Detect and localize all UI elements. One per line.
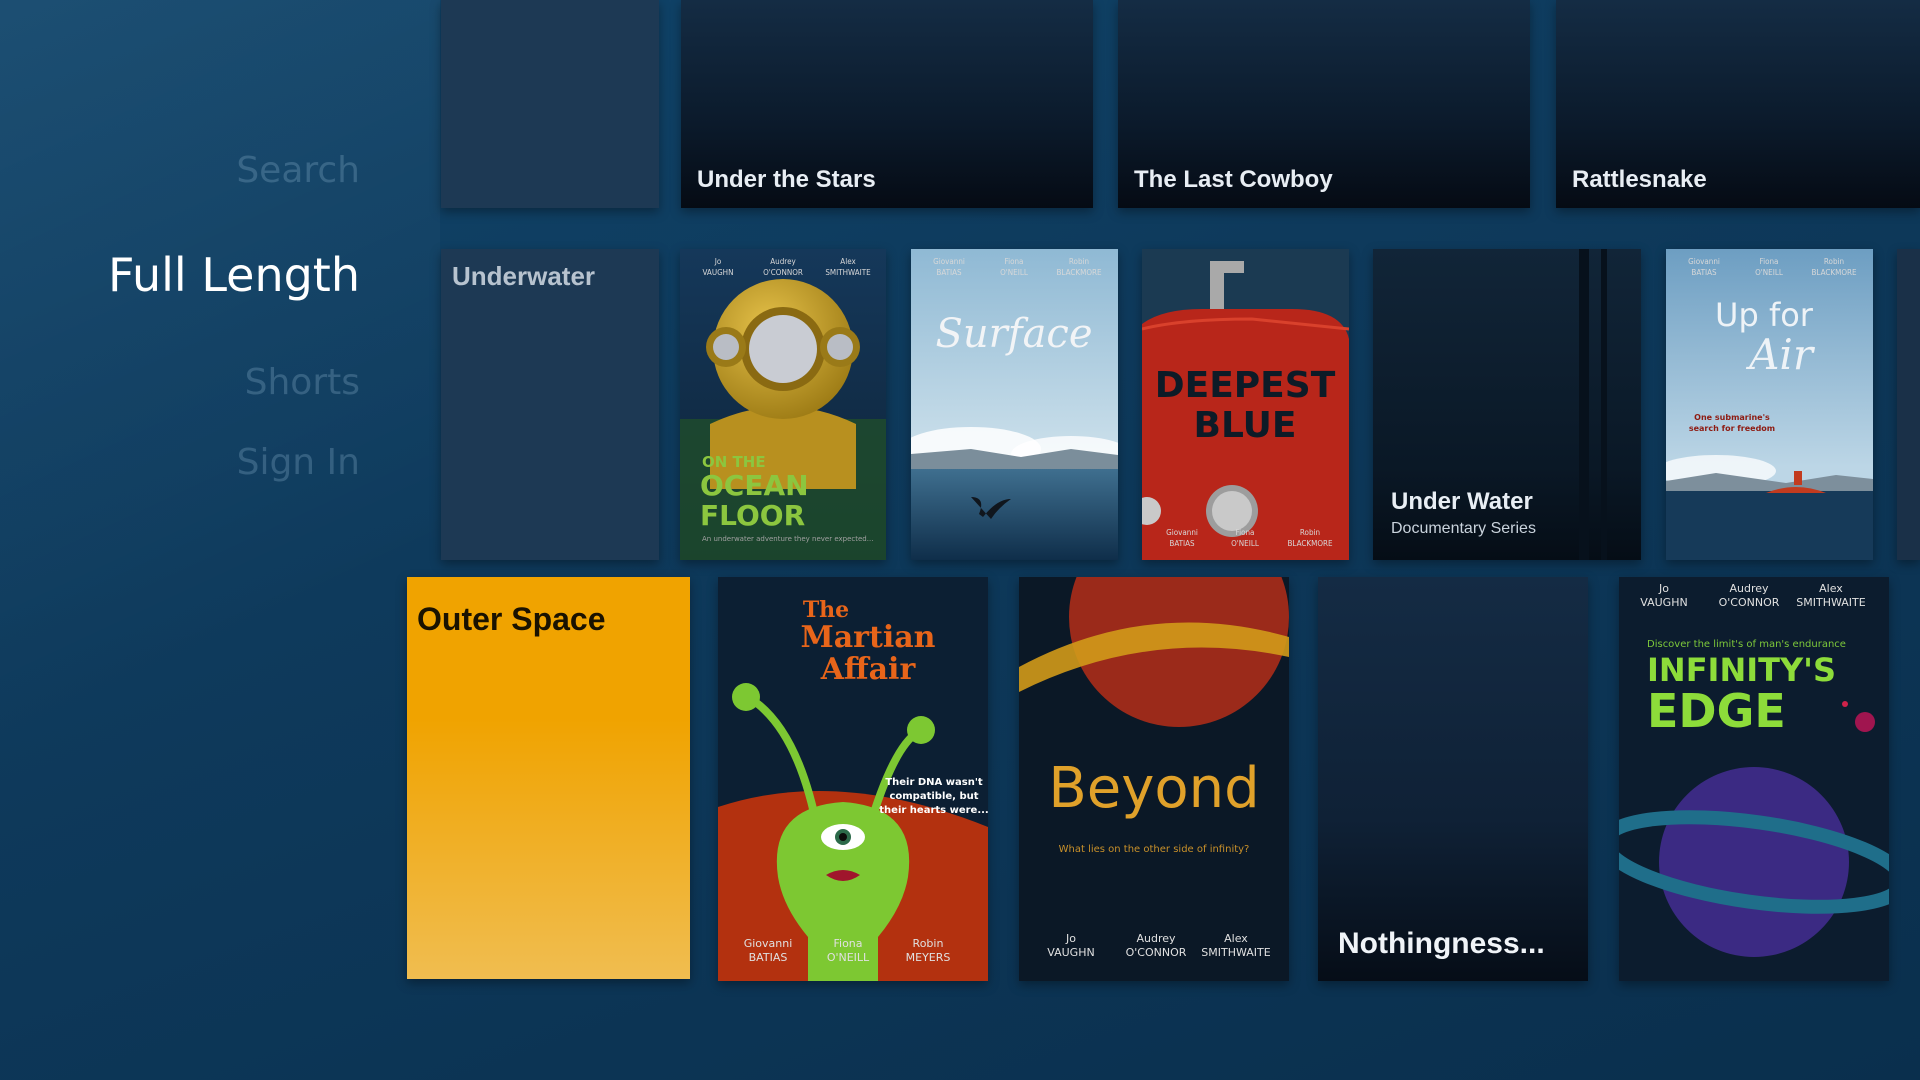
up-for-air-artwork: Giovanni BATIAS Fiona O'NEILL Robin BLAC…: [1666, 249, 1873, 560]
tile-subtitle: Documentary Series: [1391, 520, 1536, 537]
credit: BATIAS: [1169, 539, 1195, 548]
tile-nothingness[interactable]: Nothingness...: [1318, 577, 1588, 981]
credit: VAUGHN: [1640, 596, 1687, 609]
credit: O'NEILL: [1755, 268, 1783, 277]
credit: BLACKMORE: [1056, 268, 1102, 277]
poster-title: Affair: [820, 652, 917, 687]
poster-title: DEEPEST: [1155, 365, 1336, 406]
poster-tagline: search for freedom: [1689, 424, 1775, 433]
tile-partial[interactable]: [1897, 249, 1920, 560]
poster-title: BLUE: [1194, 405, 1297, 446]
nav-item-shorts[interactable]: Shorts: [245, 362, 360, 403]
tile-title: The Last Cowboy: [1134, 166, 1333, 193]
credit: O'CONNOR: [1126, 946, 1187, 959]
row1-category-tile[interactable]: [441, 0, 659, 208]
poster-deepest-blue[interactable]: DEEPEST BLUE Giovanni BATIAS Fiona O'NEI…: [1142, 249, 1349, 560]
poster-title: OCEAN: [700, 469, 809, 502]
ocean-floor-artwork: Jo VAUGHN Audrey O'CONNOR Alex SMITHWAIT…: [680, 249, 886, 560]
credit: Audrey: [1729, 582, 1769, 595]
poster-on-the-ocean-floor[interactable]: Jo VAUGHN Audrey O'CONNOR Alex SMITHWAIT…: [680, 249, 886, 560]
credit: Audrey: [1136, 932, 1176, 945]
poster-title: Surface: [935, 311, 1092, 357]
poster-tagline: One submarine's: [1694, 413, 1770, 422]
tile-under-the-stars[interactable]: Under the Stars: [681, 0, 1093, 208]
sidebar-nav: Search Full Length Shorts Sign In: [0, 0, 360, 1080]
credit: Robin: [1824, 257, 1844, 266]
credit: O'NEILL: [827, 951, 870, 964]
credit: O'NEILL: [1231, 539, 1259, 548]
credit: Jo: [1658, 582, 1669, 595]
tile-title: Rattlesnake: [1572, 166, 1707, 193]
tile-under-water-documentary[interactable]: Under Water Documentary Series: [1373, 249, 1641, 560]
decor-stripe: [1579, 249, 1589, 560]
credit: O'NEILL: [1000, 268, 1028, 277]
poster-tagline: What lies on the other side of infinity?: [1059, 844, 1250, 855]
martian-affair-artwork: The Martian Affair Their DNA wasn't comp…: [718, 577, 988, 981]
poster-title: Beyond: [1048, 756, 1259, 821]
beyond-artwork: Beyond What lies on the other side of in…: [1019, 577, 1289, 981]
tile-title: Nothingness...: [1338, 927, 1545, 960]
poster-infinitys-edge[interactable]: Jo VAUGHN Audrey O'CONNOR Alex SMITHWAIT…: [1619, 577, 1889, 981]
category-label: Underwater: [452, 261, 596, 291]
credit: Robin: [1069, 257, 1089, 266]
credit: BLACKMORE: [1811, 268, 1857, 277]
credit: SMITHWAITE: [825, 268, 871, 277]
credit: O'CONNOR: [763, 268, 803, 277]
tile-rattlesnake[interactable]: Rattlesnake: [1556, 0, 1920, 208]
tile-title: Under Water: [1391, 488, 1533, 515]
credit: Giovanni: [1166, 528, 1198, 537]
credit: BLACKMORE: [1287, 539, 1333, 548]
credit: Giovanni: [744, 937, 793, 950]
category-tile-underwater[interactable]: Underwater: [441, 249, 659, 560]
poster-tagline: compatible, but: [889, 791, 978, 802]
credit: SMITHWAITE: [1796, 596, 1865, 609]
credit: Jo: [1065, 932, 1076, 945]
nav-item-full-length[interactable]: Full Length: [108, 248, 360, 302]
credit: Jo: [714, 257, 722, 266]
category-label: Outer Space: [417, 601, 606, 637]
credit: Fiona: [1760, 257, 1779, 266]
credit: Giovanni: [1688, 257, 1720, 266]
credit: VAUGHN: [1047, 946, 1094, 959]
poster-title: Up for: [1715, 296, 1814, 334]
credit: Alex: [1819, 582, 1843, 595]
credit: Fiona: [833, 937, 862, 950]
infinitys-edge-artwork: Jo VAUGHN Audrey O'CONNOR Alex SMITHWAIT…: [1619, 577, 1889, 981]
nav-item-search[interactable]: Search: [236, 150, 360, 191]
poster-tagline: their hearts were...: [879, 805, 988, 816]
poster-tagline: Their DNA wasn't: [885, 777, 983, 788]
poster-beyond[interactable]: Beyond What lies on the other side of in…: [1019, 577, 1289, 981]
deepest-blue-artwork: DEEPEST BLUE Giovanni BATIAS Fiona O'NEI…: [1142, 249, 1349, 560]
credit: Alex: [1224, 932, 1248, 945]
surface-artwork: Giovanni BATIAS Fiona O'NEILL Robin BLAC…: [911, 249, 1118, 560]
credit: Giovanni: [933, 257, 965, 266]
credit: BATIAS: [749, 951, 788, 964]
credit: BATIAS: [936, 268, 962, 277]
credit: Alex: [840, 257, 856, 266]
poster-title: Air: [1745, 330, 1816, 379]
credit: Robin: [1300, 528, 1320, 537]
poster-tagline: An underwater adventure they never expec…: [702, 535, 873, 543]
category-tile-outer-space[interactable]: Outer Space: [407, 577, 690, 979]
credit: Robin: [913, 937, 944, 950]
poster-the-martian-affair[interactable]: The Martian Affair Their DNA wasn't comp…: [718, 577, 988, 981]
decor-stripe: [1601, 249, 1607, 560]
poster-surface[interactable]: Giovanni BATIAS Fiona O'NEILL Robin BLAC…: [911, 249, 1118, 560]
credit: Fiona: [1236, 528, 1255, 537]
nav-item-sign-in[interactable]: Sign In: [237, 442, 360, 483]
poster-title: FLOOR: [700, 499, 805, 532]
credit: MEYERS: [906, 951, 951, 964]
credit: SMITHWAITE: [1201, 946, 1270, 959]
poster-tagline: Discover the limit's of man's endurance: [1647, 639, 1846, 650]
poster-up-for-air[interactable]: Giovanni BATIAS Fiona O'NEILL Robin BLAC…: [1666, 249, 1873, 560]
credit: Fiona: [1005, 257, 1024, 266]
credit: Audrey: [770, 257, 796, 266]
credit: VAUGHN: [703, 268, 734, 277]
poster-title: EDGE: [1647, 684, 1786, 738]
credit: BATIAS: [1691, 268, 1717, 277]
tile-the-last-cowboy[interactable]: The Last Cowboy: [1118, 0, 1530, 208]
credit: O'CONNOR: [1719, 596, 1780, 609]
tile-title: Under the Stars: [697, 166, 876, 193]
poster-title: Martian: [801, 620, 936, 655]
